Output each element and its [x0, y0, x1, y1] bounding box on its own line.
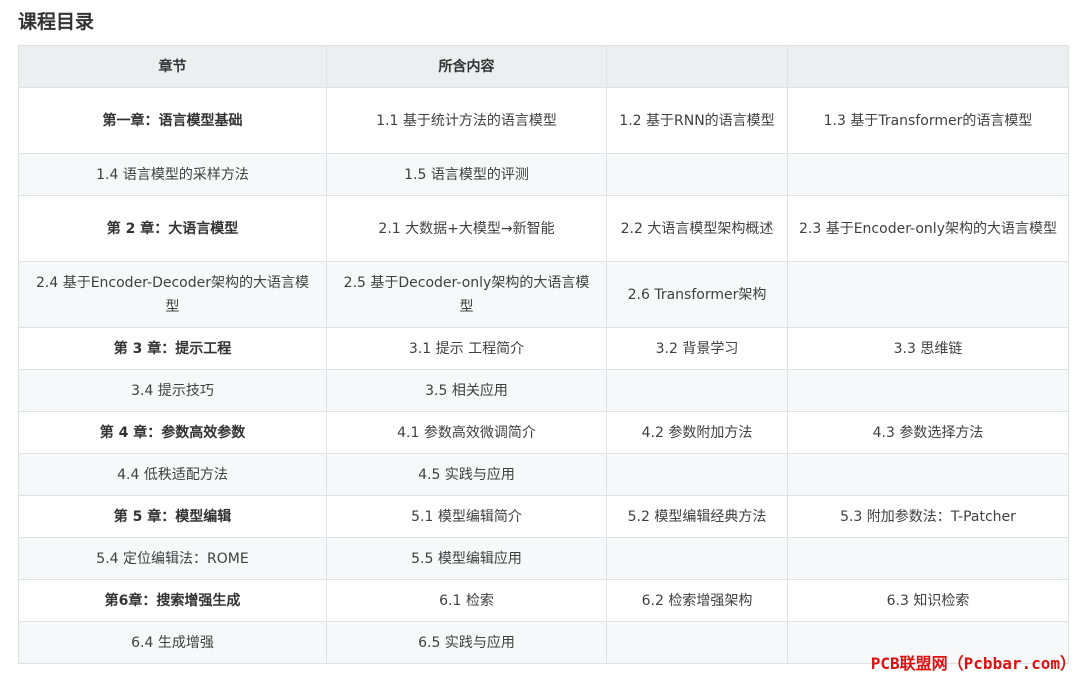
section-cell: 5.1 模型编辑简介 [326, 495, 607, 538]
header-contents: 所含内容 [326, 45, 607, 88]
section-cell: 2.2 大语言模型架构概述 [606, 195, 788, 262]
section-cell: 1.4 语言模型的采样方法 [18, 153, 327, 196]
section-cell: 4.4 低秩适配方法 [18, 453, 327, 496]
table-row: 2.4 基于Encoder-Decoder架构的大语言模型 2.5 基于Deco… [18, 261, 1069, 328]
section-cell: 6.1 检索 [326, 579, 607, 622]
header-chapter: 章节 [18, 45, 327, 88]
section-cell: 6.5 实践与应用 [326, 621, 607, 664]
chapter-cell: 第6章：搜索增强生成 [18, 579, 327, 622]
table-row: 1.4 语言模型的采样方法 1.5 语言模型的评测 [18, 153, 1069, 196]
site-watermark: PCB联盟网（Pcbbar.com） [870, 654, 1076, 673]
section-cell: 3.3 思维链 [787, 327, 1069, 370]
section-cell: 3.5 相关应用 [326, 369, 607, 412]
section-cell [787, 453, 1069, 496]
section-cell: 3.2 背景学习 [606, 327, 788, 370]
section-cell: 3.4 提示技巧 [18, 369, 327, 412]
section-cell: 4.3 参数选择方法 [787, 411, 1069, 454]
section-cell: 5.3 附加参数法：T-Patcher [787, 495, 1069, 538]
section-cell: 5.4 定位编辑法：ROME [18, 537, 327, 580]
section-cell: 6.2 检索增强架构 [606, 579, 788, 622]
section-cell [787, 261, 1069, 328]
table-row: 第一章：语言模型基础 1.1 基于统计方法的语言模型 1.2 基于RNN的语言模… [18, 87, 1069, 154]
table-row: 第6章：搜索增强生成 6.1 检索 6.2 检索增强架构 6.3 知识检索 [18, 579, 1069, 622]
chapter-cell: 第 5 章：模型编辑 [18, 495, 327, 538]
chapter-cell: 第 4 章：参数高效参数 [18, 411, 327, 454]
section-cell: 2.6 Transformer架构 [606, 261, 788, 328]
section-cell: 2.3 基于Encoder-only架构的大语言模型 [787, 195, 1069, 262]
section-cell [606, 369, 788, 412]
section-cell: 1.1 基于统计方法的语言模型 [326, 87, 607, 154]
section-cell [606, 453, 788, 496]
section-cell: 2.4 基于Encoder-Decoder架构的大语言模型 [18, 261, 327, 328]
section-cell: 1.3 基于Transformer的语言模型 [787, 87, 1069, 154]
table-header-row: 章节 所含内容 [18, 45, 1069, 88]
section-cell [787, 369, 1069, 412]
header-col-3 [606, 45, 788, 88]
table-row: 4.4 低秩适配方法 4.5 实践与应用 [18, 453, 1069, 496]
course-catalog-table: 章节 所含内容 第一章：语言模型基础 1.1 基于统计方法的语言模型 1.2 基… [18, 45, 1069, 664]
section-cell: 4.5 实践与应用 [326, 453, 607, 496]
table-row: 第 3 章：提示工程 3.1 提示 工程简介 3.2 背景学习 3.3 思维链 [18, 327, 1069, 370]
section-cell: 3.1 提示 工程简介 [326, 327, 607, 370]
table-row: 5.4 定位编辑法：ROME 5.5 模型编辑应用 [18, 537, 1069, 580]
table-row: 第 2 章：大语言模型 2.1 大数据+大模型→新智能 2.2 大语言模型架构概… [18, 195, 1069, 262]
section-cell [606, 621, 788, 664]
section-cell: 6.3 知识检索 [787, 579, 1069, 622]
section-cell: 1.2 基于RNN的语言模型 [606, 87, 788, 154]
section-cell: 2.5 基于Decoder-only架构的大语言模型 [326, 261, 607, 328]
section-cell: 1.5 语言模型的评测 [326, 153, 607, 196]
section-cell [606, 537, 788, 580]
section-cell: 6.4 生成增强 [18, 621, 327, 664]
section-cell: 5.2 模型编辑经典方法 [606, 495, 788, 538]
table-row: 第 5 章：模型编辑 5.1 模型编辑简介 5.2 模型编辑经典方法 5.3 附… [18, 495, 1069, 538]
section-cell: 4.1 参数高效微调简介 [326, 411, 607, 454]
section-cell [787, 153, 1069, 196]
chapter-cell: 第 2 章：大语言模型 [18, 195, 327, 262]
chapter-cell: 第一章：语言模型基础 [18, 87, 327, 154]
page-title: 课程目录 [18, 11, 95, 33]
header-col-4 [787, 45, 1069, 88]
section-cell [787, 537, 1069, 580]
table-row: 3.4 提示技巧 3.5 相关应用 [18, 369, 1069, 412]
table-row: 第 4 章：参数高效参数 4.1 参数高效微调简介 4.2 参数附加方法 4.3… [18, 411, 1069, 454]
section-cell: 2.1 大数据+大模型→新智能 [326, 195, 607, 262]
section-cell: 4.2 参数附加方法 [606, 411, 788, 454]
section-cell: 5.5 模型编辑应用 [326, 537, 607, 580]
chapter-cell: 第 3 章：提示工程 [18, 327, 327, 370]
section-cell [606, 153, 788, 196]
